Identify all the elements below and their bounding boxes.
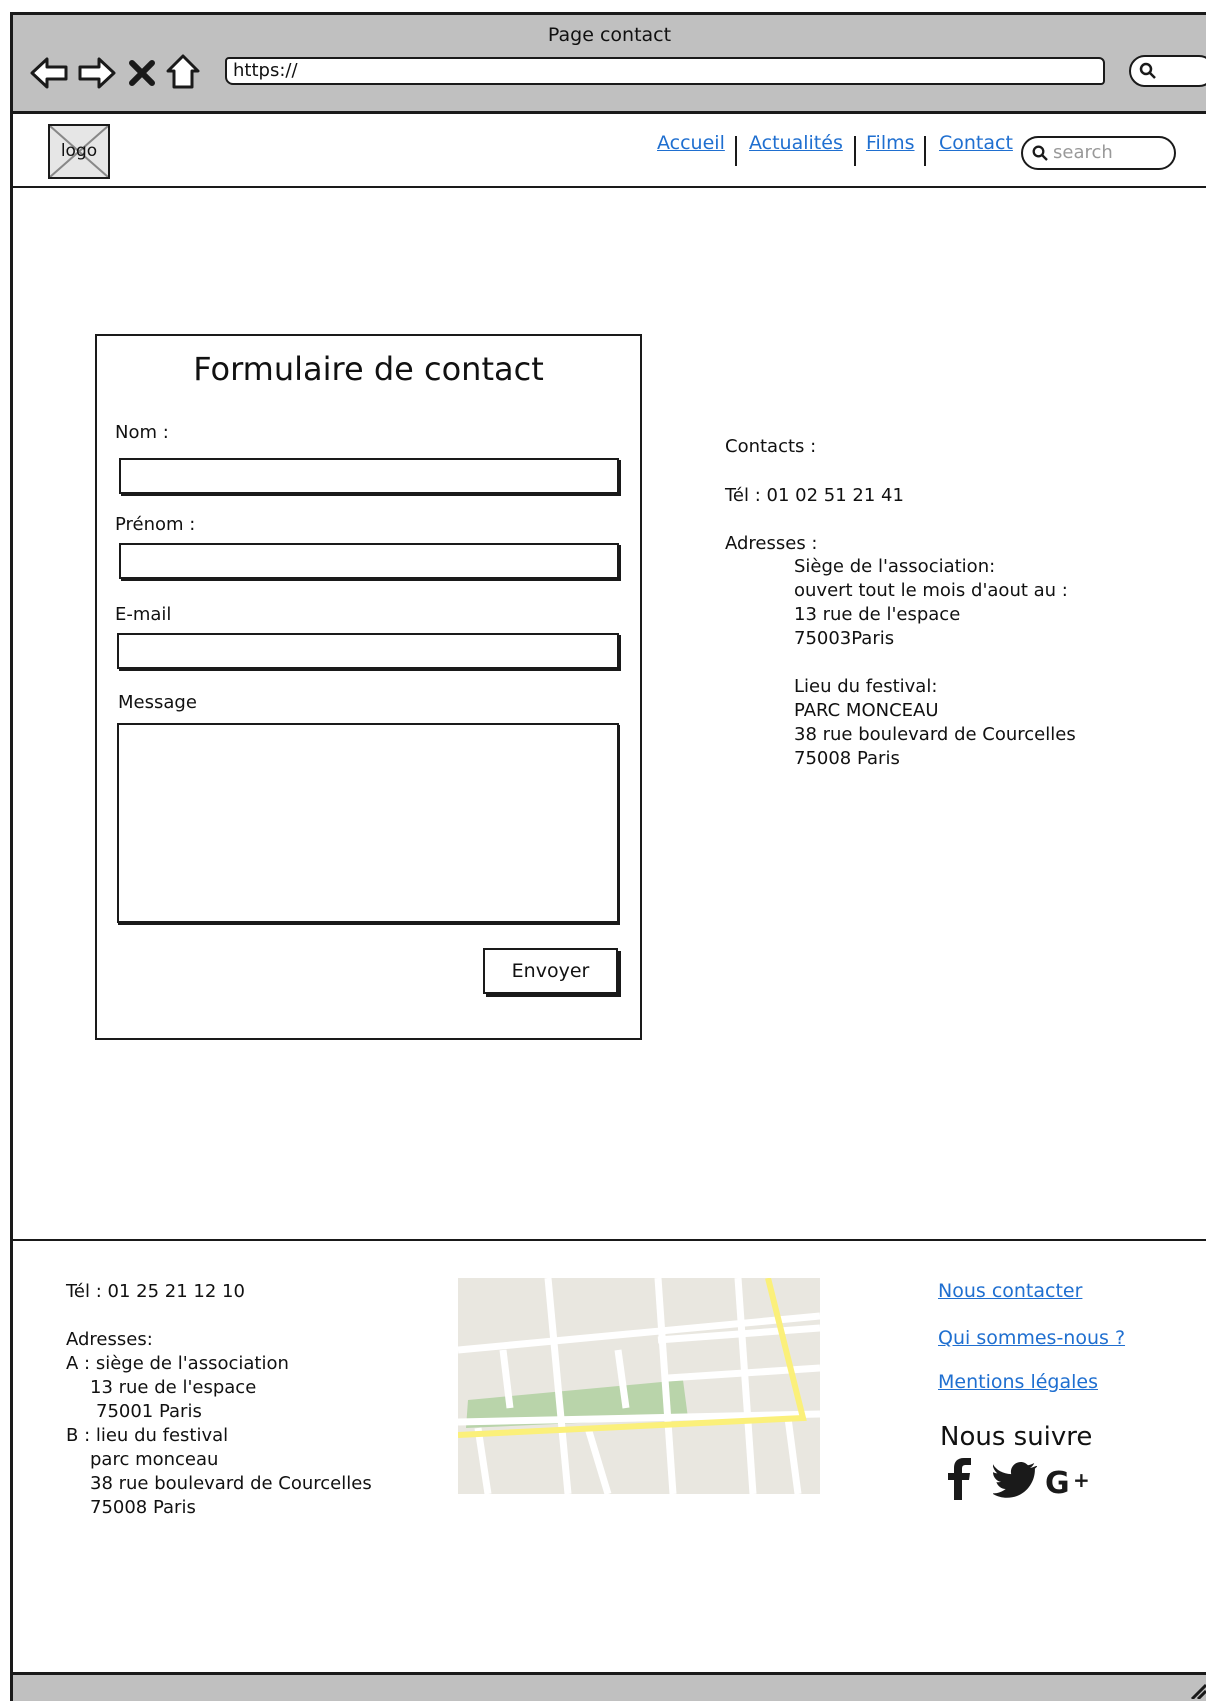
footer-address-line: A : siège de l'association [66, 1353, 289, 1374]
logo-text: logo [60, 141, 98, 161]
contact-form: Formulaire de contact Nom : Prénom : E-m… [95, 334, 642, 1040]
form-title: Formulaire de contact [193, 350, 544, 388]
nav-link-contact[interactable]: Contact [939, 132, 1013, 154]
footer-link-about[interactable]: Qui sommes-nous ? [938, 1327, 1125, 1349]
forward-icon[interactable] [77, 55, 117, 91]
follow-heading: Nous suivre [940, 1422, 1093, 1452]
window-title: Page contact [547, 24, 672, 46]
footer-divider [13, 1239, 1206, 1241]
resize-grip-icon[interactable] [1188, 1681, 1206, 1699]
address-line: 75008 Paris [794, 748, 900, 769]
browser-search-field[interactable] [1129, 55, 1206, 87]
site-header: logo Accueil Actualités Films Contact se… [13, 114, 1206, 188]
nom-label: Nom : [115, 422, 169, 443]
map[interactable] [458, 1278, 820, 1494]
address-line: 38 rue boulevard de Courcelles [794, 724, 1076, 745]
email-field[interactable] [117, 633, 619, 669]
nav-divider [854, 136, 856, 166]
email-label: E-mail [115, 604, 172, 625]
nav-link-films[interactable]: Films [866, 132, 915, 154]
facebook-icon[interactable] [946, 1458, 974, 1500]
contacts-addresses-label: Adresses : [725, 533, 818, 554]
map-illustration [458, 1278, 820, 1494]
address-line: ouvert tout le mois d'aout au : [794, 580, 1068, 601]
footer-address-line: B : lieu du festival [66, 1425, 229, 1446]
nav-divider [924, 136, 926, 166]
contacts-heading: Contacts : [725, 436, 817, 457]
message-label: Message [118, 692, 197, 713]
nav-divider [735, 136, 737, 166]
url-field[interactable]: https:// [225, 57, 1105, 85]
home-icon[interactable] [165, 53, 201, 91]
footer-phone: Tél : 01 25 21 12 10 [66, 1281, 245, 1302]
siege-address: Siège de l'association: ouvert tout le m… [794, 555, 1068, 651]
browser-toolbar: Page contact https:// [13, 15, 1206, 114]
message-field[interactable] [117, 723, 619, 923]
prenom-label: Prénom : [115, 514, 196, 535]
back-icon[interactable] [29, 55, 69, 91]
footer-address-line: 38 rue boulevard de Courcelles [90, 1473, 372, 1494]
address-line: 75003Paris [794, 628, 895, 649]
address-line: Siège de l'association: [794, 556, 996, 577]
footer-address-line: 75001 Paris [96, 1401, 202, 1422]
footer-link-legal[interactable]: Mentions légales [938, 1371, 1098, 1393]
footer-addresses-label: Adresses: [66, 1329, 153, 1350]
prenom-field[interactable] [119, 543, 619, 579]
logo[interactable]: logo [48, 124, 110, 179]
festival-address: Lieu du festival: PARC MONCEAU 38 rue bo… [794, 675, 1076, 771]
footer-address-list: A : siège de l'association 13 rue de l'e… [66, 1352, 372, 1520]
browser-status-bar [13, 1672, 1206, 1701]
footer-link-contact[interactable]: Nous contacter [938, 1280, 1082, 1302]
twitter-icon[interactable] [993, 1462, 1037, 1498]
svg-text:G: G [1045, 1466, 1070, 1498]
google-plus-icon[interactable]: G + [1045, 1466, 1091, 1498]
search-icon [1139, 62, 1156, 79]
svg-text:+: + [1073, 1468, 1090, 1492]
nav-link-actualites[interactable]: Actualités [749, 132, 843, 154]
site-search-input[interactable]: search [1021, 136, 1176, 170]
send-button[interactable]: Envoyer [483, 948, 618, 994]
footer-address-line: parc monceau [90, 1449, 219, 1470]
contacts-phone: Tél : 01 02 51 21 41 [725, 485, 904, 506]
search-icon [1032, 145, 1048, 161]
footer-address-line: 13 rue de l'espace [90, 1377, 257, 1398]
address-line: 13 rue de l'espace [794, 604, 961, 625]
footer-address-line: 75008 Paris [90, 1497, 196, 1518]
nom-field[interactable] [119, 458, 619, 494]
search-placeholder: search [1053, 142, 1113, 163]
stop-icon[interactable] [128, 59, 156, 87]
address-line: PARC MONCEAU [794, 700, 939, 721]
nav-link-accueil[interactable]: Accueil [657, 132, 725, 154]
address-line: Lieu du festival: [794, 676, 938, 697]
